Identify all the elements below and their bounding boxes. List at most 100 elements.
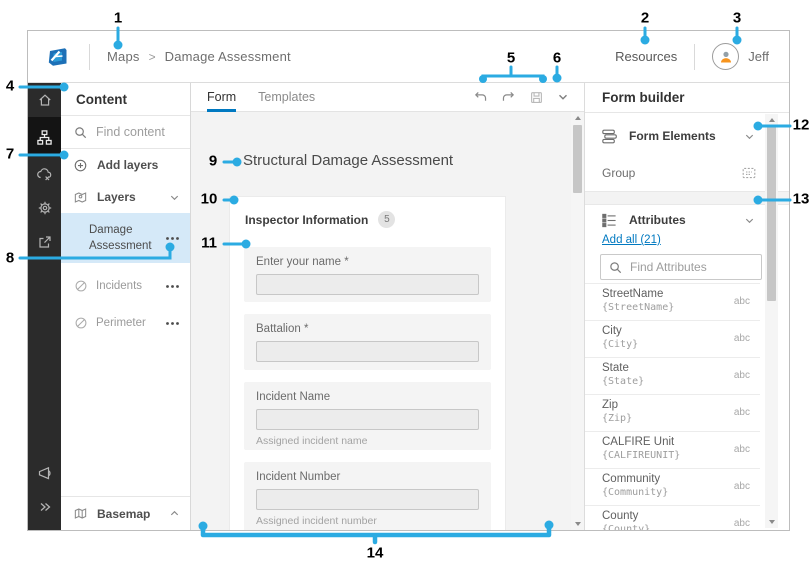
chevron-down-icon[interactable] bbox=[169, 192, 180, 203]
content-panel: Content Find content Add layers Layers D bbox=[61, 83, 191, 530]
scroll-up-arrow[interactable] bbox=[571, 112, 584, 124]
form-elements-label: Form Elements bbox=[629, 129, 716, 143]
left-rail bbox=[28, 83, 61, 530]
add-all-link[interactable]: Add all (21) bbox=[602, 234, 661, 246]
form-elements-icon bbox=[601, 128, 618, 145]
section-divider bbox=[585, 191, 789, 205]
search-icon bbox=[74, 126, 87, 139]
basemap-label: Basemap bbox=[97, 507, 150, 521]
avatar[interactable] bbox=[712, 43, 739, 70]
attribute-row[interactable]: Community {Community} abc bbox=[585, 468, 760, 505]
tab-templates[interactable]: Templates bbox=[258, 83, 315, 112]
app-window: Maps > Damage Assessment Resources Jeff bbox=[27, 30, 790, 531]
callout-number-14: 14 bbox=[367, 545, 384, 562]
form-group-card[interactable]: Inspector Information 5 Enter your name … bbox=[229, 196, 506, 530]
scroll-down-arrow[interactable] bbox=[571, 518, 584, 530]
callout-number-8: 8 bbox=[6, 250, 14, 267]
ellipsis-icon[interactable] bbox=[165, 284, 180, 289]
chevron-up-icon[interactable] bbox=[169, 508, 180, 519]
field-input[interactable] bbox=[256, 341, 479, 362]
form-canvas: Structural Damage Assessment Inspector I… bbox=[191, 112, 571, 530]
scroll-up-arrow[interactable] bbox=[765, 114, 778, 126]
chevron-down-icon[interactable] bbox=[744, 131, 755, 142]
attributes-label: Attributes bbox=[629, 213, 686, 227]
topbar-divider bbox=[89, 44, 90, 70]
attribute-type-badge: abc bbox=[734, 333, 750, 344]
layer-name: Incidents bbox=[96, 280, 142, 292]
offline-cloud-icon[interactable] bbox=[28, 157, 61, 191]
callout-number-3: 3 bbox=[733, 10, 741, 27]
attribute-row[interactable]: StreetName {StreetName} abc bbox=[585, 283, 760, 320]
form-preview-area: Form Templates bbox=[191, 83, 584, 530]
callout-number-13: 13 bbox=[793, 191, 810, 208]
callout-number-2: 2 bbox=[641, 10, 649, 27]
find-attributes-search[interactable]: Find Attributes bbox=[600, 254, 762, 280]
field-card-name[interactable]: Enter your name * bbox=[244, 247, 491, 302]
basemap-section-header[interactable]: Basemap bbox=[61, 496, 190, 530]
attribute-row[interactable]: State {State} abc bbox=[585, 357, 760, 394]
home-icon[interactable] bbox=[28, 83, 61, 117]
form-builder-panel: Form builder Form Elements Group bbox=[584, 83, 789, 530]
field-input[interactable] bbox=[256, 489, 479, 510]
field-input[interactable] bbox=[256, 274, 479, 295]
attribute-row[interactable]: County {County} abc bbox=[585, 505, 760, 530]
resources-link[interactable]: Resources bbox=[615, 49, 677, 64]
basemap-icon bbox=[73, 506, 88, 521]
field-label: Incident Number bbox=[256, 471, 479, 483]
expand-icon[interactable] bbox=[28, 490, 61, 524]
layer-item-incidents[interactable]: Incidents bbox=[61, 271, 190, 301]
visibility-off-icon bbox=[74, 316, 88, 330]
layers-tree-icon[interactable] bbox=[28, 117, 61, 157]
callout-number-4: 4 bbox=[6, 78, 14, 95]
save-icon[interactable] bbox=[529, 90, 544, 105]
layer-name: Damage Assessment bbox=[89, 222, 161, 254]
announcement-icon[interactable] bbox=[28, 456, 61, 490]
form-title: Structural Damage Assessment bbox=[243, 152, 453, 169]
layer-item-perimeter[interactable]: Perimeter bbox=[61, 308, 190, 338]
field-helper-text: Assigned incident number bbox=[256, 515, 479, 527]
form-scrollbar[interactable] bbox=[571, 112, 584, 530]
field-card-incident-name[interactable]: Incident Name Assigned incident name bbox=[244, 382, 491, 450]
attributes-section-header[interactable]: Attributes bbox=[585, 205, 789, 235]
field-label: Battalion * bbox=[256, 323, 479, 335]
form-elements-section-header[interactable]: Form Elements bbox=[585, 121, 789, 151]
breadcrumb-separator: > bbox=[149, 50, 156, 64]
find-content-search[interactable]: Find content bbox=[61, 116, 190, 149]
field-input[interactable] bbox=[256, 409, 479, 430]
arcgis-field-maps-logo[interactable] bbox=[45, 43, 72, 70]
field-card-battalion[interactable]: Battalion * bbox=[244, 314, 491, 370]
ellipsis-icon[interactable] bbox=[165, 236, 180, 241]
redo-icon[interactable] bbox=[501, 90, 516, 104]
field-card-incident-number[interactable]: Incident Number Assigned incident number bbox=[244, 462, 491, 530]
find-content-placeholder: Find content bbox=[96, 125, 165, 139]
chevron-down-icon[interactable] bbox=[744, 215, 755, 226]
share-icon[interactable] bbox=[28, 225, 61, 259]
attribute-type-badge: abc bbox=[734, 296, 750, 307]
search-icon bbox=[609, 261, 622, 274]
scrollbar-thumb[interactable] bbox=[573, 125, 582, 193]
layers-section-header[interactable]: Layers bbox=[61, 181, 190, 213]
field-label: Enter your name * bbox=[256, 256, 479, 268]
add-layers-button[interactable]: Add layers bbox=[61, 149, 190, 181]
group-element-item[interactable]: Group bbox=[585, 158, 789, 188]
tab-form[interactable]: Form bbox=[207, 83, 236, 112]
builder-scrollbar[interactable] bbox=[765, 114, 778, 528]
person-icon bbox=[718, 49, 734, 65]
undo-icon[interactable] bbox=[473, 90, 488, 104]
scroll-down-arrow[interactable] bbox=[765, 516, 778, 528]
attribute-row[interactable]: CALFIRE Unit {CALFIREUNIT} abc bbox=[585, 431, 760, 468]
attribute-row[interactable]: City {City} abc bbox=[585, 320, 760, 357]
ellipsis-icon[interactable] bbox=[165, 321, 180, 326]
chevron-down-icon[interactable] bbox=[557, 91, 569, 103]
user-name[interactable]: Jeff bbox=[748, 49, 769, 64]
layer-item-damage-assessment[interactable]: Damage Assessment bbox=[61, 213, 190, 263]
attribute-row[interactable]: Zip {Zip} abc bbox=[585, 394, 760, 431]
attribute-type-badge: abc bbox=[734, 481, 750, 492]
scrollbar-thumb[interactable] bbox=[767, 126, 776, 301]
add-circle-icon bbox=[73, 158, 88, 173]
breadcrumb-maps[interactable]: Maps bbox=[107, 49, 140, 64]
settings-gear-icon[interactable] bbox=[28, 191, 61, 225]
form-builder-title: Form builder bbox=[585, 83, 789, 113]
group-count-badge: 5 bbox=[378, 211, 395, 228]
callout-number-12: 12 bbox=[793, 117, 810, 134]
